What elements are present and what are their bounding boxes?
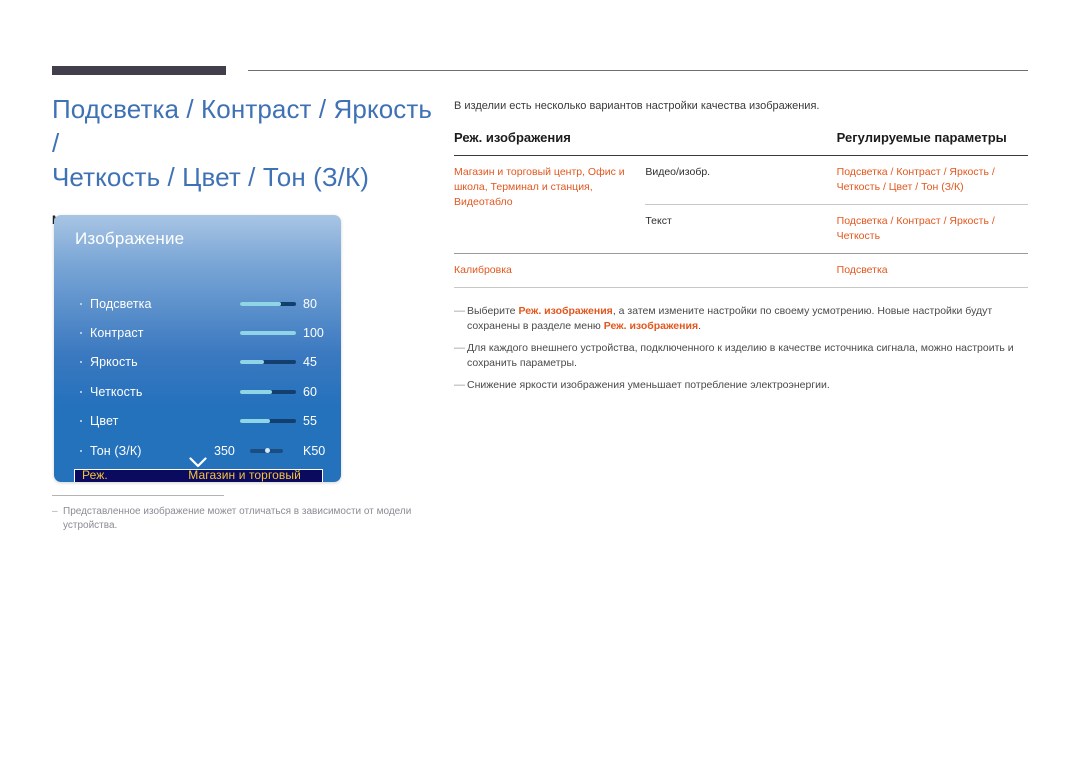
osd-slider-fill <box>240 419 271 424</box>
osd-row-brightness[interactable]: Яркость 45 <box>54 348 341 377</box>
osd-row-value: 55 <box>303 414 317 429</box>
osd-row-sharpness[interactable]: Четкость 60 <box>54 377 341 406</box>
dash-bullet-icon: — <box>454 305 465 317</box>
left-footnote: – Представленное изображение может отлич… <box>52 495 444 533</box>
bullet-dot-icon <box>80 420 82 423</box>
osd-row-color[interactable]: Цвет 55 <box>54 407 341 436</box>
note-text: Для каждого внешнего устройства, подключ… <box>467 342 1014 369</box>
table-bottom-divider <box>454 287 1028 288</box>
intro-paragraph: В изделии есть несколько вариантов настр… <box>454 100 820 112</box>
bullet-dot-icon <box>80 361 82 364</box>
osd-setting-rows: Подсветка 80 Контраст 100 Яркость 45 Чет… <box>54 289 341 465</box>
osd-slider-fill <box>240 360 264 365</box>
osd-slider-fill <box>240 389 273 394</box>
table-cell-mode: Калибровка <box>454 253 646 288</box>
note-text-pre: Выберите <box>467 305 519 317</box>
header-rule-thick <box>52 66 226 75</box>
bullet-dot-icon <box>80 302 82 305</box>
note-item: — Выберите Реж. изображения, а затем изм… <box>454 304 1028 334</box>
footnote-divider <box>52 495 224 496</box>
osd-picture-menu-panel: Изображение Реж. изображения Магазин и т… <box>54 215 341 482</box>
osd-row-label: Подсветка <box>90 296 152 311</box>
header-rules <box>0 0 1080 80</box>
osd-row-contrast[interactable]: Контраст 100 <box>54 318 341 347</box>
dash-bullet-icon: – <box>52 506 58 517</box>
table-cell-kind: Текст <box>645 204 837 254</box>
osd-panel-title: Изображение <box>75 229 185 248</box>
table-header-mode: Реж. изображения <box>454 130 837 156</box>
table-header-params: Регулируемые параметры <box>836 130 1028 156</box>
page-title: Подсветка / Контраст / Яркость / Четкост… <box>52 94 433 192</box>
osd-row-value: 60 <box>303 384 317 399</box>
osd-slider-fill <box>240 301 282 306</box>
footnote-text: Представленное изображение может отличат… <box>63 506 412 531</box>
table-row: Калибровка Подсветка <box>454 253 1028 288</box>
osd-slider-track[interactable] <box>240 389 296 394</box>
note-text-post: . <box>698 320 701 332</box>
header-rule-thin <box>248 70 1028 71</box>
bullet-dot-icon <box>80 390 82 393</box>
dash-bullet-icon: — <box>454 342 465 354</box>
osd-slider-track[interactable] <box>240 419 296 424</box>
bullet-dot-icon <box>80 449 82 452</box>
note-item: — Снижение яркости изображения уменьшает… <box>454 378 1028 393</box>
osd-slider-track[interactable] <box>240 331 296 336</box>
osd-row-label: Цвет <box>90 414 119 429</box>
chevron-down-icon[interactable] <box>54 456 341 472</box>
osd-row-label: Яркость <box>90 355 138 370</box>
note-text: Снижение яркости изображения уменьшает п… <box>467 379 830 391</box>
note-text: Выберите Реж. изображения, а затем измен… <box>467 304 1028 334</box>
osd-slider-fill <box>240 331 296 336</box>
table-cell-params: Подсветка / Контраст / Яркость / Четкост… <box>836 166 995 193</box>
left-column: Подсветка / Контраст / Яркость / Четкост… <box>52 92 444 228</box>
osd-slider-track[interactable] <box>240 360 296 365</box>
osd-row-value: 100 <box>303 326 324 341</box>
bullet-dot-icon <box>80 332 82 335</box>
note-text-bold-1: Реж. изображения <box>518 305 613 317</box>
osd-row-value: 45 <box>303 355 317 370</box>
osd-row-value: 80 <box>303 296 317 311</box>
table-cell-params: Подсветка <box>836 253 1028 288</box>
table-header-row: Реж. изображения Регулируемые параметры <box>454 130 1028 156</box>
dash-bullet-icon: — <box>454 379 465 391</box>
footnote-item: – Представленное изображение может отлич… <box>52 505 444 533</box>
notes-list: — Выберите Реж. изображения, а затем изм… <box>454 304 1028 393</box>
table-cell-kind <box>645 253 837 288</box>
right-column: В изделии есть несколько вариантов настр… <box>454 98 1028 400</box>
picture-mode-table: Реж. изображения Регулируемые параметры … <box>454 130 1028 288</box>
table-cell-kind: Видео/изобр. <box>645 166 711 178</box>
table-row: Магазин и торговый центр, Офис и школа, … <box>454 156 1028 208</box>
note-item: — Для каждого внешнего устройства, подкл… <box>454 341 1028 371</box>
note-text-bold-2: Реж. изображения <box>603 320 699 332</box>
table-cell-mode: Магазин и торговый центр, Офис и школа, … <box>454 166 625 208</box>
table-cell-params: Подсветка / Контраст / Яркость / Четкост… <box>836 204 1028 254</box>
osd-slider-track[interactable] <box>240 301 296 306</box>
osd-row-label: Четкость <box>90 384 143 399</box>
osd-row-backlight[interactable]: Подсветка 80 <box>54 289 341 318</box>
osd-row-label: Контраст <box>90 326 144 341</box>
